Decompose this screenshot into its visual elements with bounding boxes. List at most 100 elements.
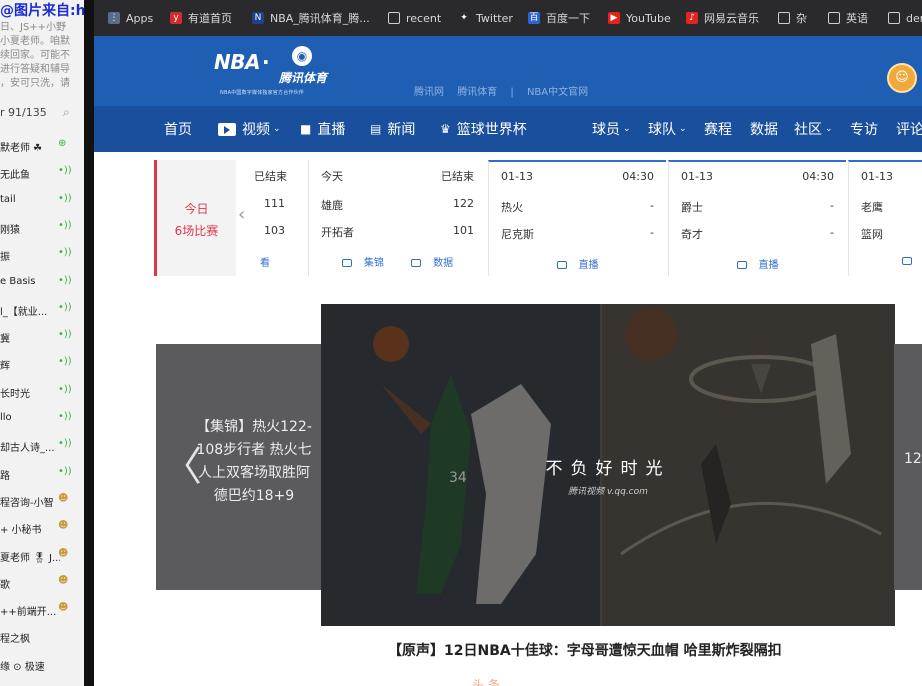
bookmark-der[interactable]: der [888, 10, 922, 26]
nav-stats[interactable]: 数据 [750, 120, 778, 138]
nav-community[interactable]: 社区 ⌄ [794, 120, 833, 138]
member-list-item[interactable]: 无此鱼 •)) [0, 163, 84, 183]
nav-label: 数据 [750, 122, 778, 138]
live-icon[interactable] [902, 257, 912, 265]
game-card[interactable]: 今天 已结束 雄鹿 122 开拓者 101 集锦 数据 [308, 160, 486, 276]
subheadline[interactable]: 头 条 ... [472, 676, 515, 686]
member-name: 刚猿 [0, 224, 20, 236]
game-links: 直播 [669, 256, 846, 271]
bar-chart-icon [411, 259, 422, 267]
live-link[interactable]: 直播 [551, 260, 605, 271]
nav-news[interactable]: ▤ 新闻 [370, 120, 415, 138]
highlights-link[interactable]: 集锦 [336, 258, 390, 269]
logo-tagline: NBA中国数字媒体独家官方合作伙伴 [220, 90, 304, 96]
bookmark-label: 有道首页 [188, 12, 232, 25]
game-card[interactable]: 已结束 111 103 看 [250, 160, 306, 276]
bookmark-misc[interactable]: 杂 [778, 10, 807, 26]
game-team-2: 尼克斯 - [501, 226, 654, 241]
nav-world-cup[interactable]: ♛ 篮球世界杯 [440, 120, 527, 138]
member-list-item[interactable]: 默老师 ☘ ⊕ [0, 136, 84, 156]
search-icon[interactable]: ⌕ [63, 105, 70, 120]
header-sublinks: 腾讯网 腾讯体育 | NBA中文官网 [414, 83, 598, 98]
game-card[interactable]: 01-13 老鹰 篮网 [848, 160, 922, 276]
bookmarks-bar: ⋮ Apps y 有道首页 N NBA_腾讯体育_腾... recent ✦ Twitt… [94, 0, 922, 36]
game-team-2: 篮网 [861, 228, 883, 241]
link-qq[interactable]: 腾讯网 [414, 87, 444, 98]
nav-label: 评论 [896, 122, 922, 138]
speaker-icon: •)) [58, 165, 72, 177]
carousel-prev-slide[interactable]: 〈 【集锦】热火122-108步行者 热火七人上双客场取胜阿德巴约18+9 [156, 344, 326, 590]
site-header: NBA · ◉ 腾讯体育 NBA中国数字媒体独家官方合作伙伴 腾讯网 腾讯体育 … [94, 36, 922, 106]
member-list-item[interactable]: 冀 •)) [0, 327, 84, 347]
user-avatar[interactable]: ☺ [887, 63, 917, 93]
bookmark-nba[interactable]: N NBA_腾讯体育_腾... [252, 10, 370, 26]
today-label: 今日 [184, 202, 209, 216]
link-nba-china[interactable]: NBA中文官网 [527, 87, 588, 98]
watch-link[interactable]: 看 [260, 258, 270, 269]
bookmark-twitter[interactable]: ✦ Twitter [458, 10, 513, 26]
nav-live[interactable]: ■ 直播 [300, 120, 345, 138]
live-icon [736, 261, 747, 269]
live-link[interactable]: 直播 [731, 260, 785, 271]
hero-headline[interactable]: 【原声】12日NBA十佳球：字母哥遭惊天血帽 哈里斯炸裂隔扣 [388, 640, 782, 660]
user-avatar-icon: ☻ [58, 574, 69, 586]
member-list-item[interactable]: 振 •)) [0, 245, 84, 265]
member-list-item[interactable]: e Basis •)) [0, 273, 84, 293]
member-name: + 小秘书 [0, 525, 42, 537]
nav-label: 首页 [164, 122, 192, 138]
bookmark-english[interactable]: 英语 [828, 10, 868, 26]
member-list-item[interactable]: 夏老师 🎖 J... ☻ [0, 546, 84, 566]
bookmark-baidu[interactable]: 百百度一下 [528, 10, 590, 26]
stats-link[interactable]: 数据 [405, 258, 459, 269]
link-qq-sports[interactable]: 腾讯体育 [457, 87, 497, 98]
hero-video-slide[interactable]: 34 不负好时光 腾讯视频 v.qq.com [321, 304, 895, 626]
member-list-item[interactable]: 缘 ⊙ 极速 [0, 655, 84, 675]
carousel-next-slide[interactable]: 125 马 [894, 344, 922, 590]
member-name: 歌 [0, 579, 10, 591]
member-list-item[interactable]: ++前端开... ☻ [0, 600, 84, 620]
game-card[interactable]: 01-13 04:30 爵士 - 奇才 - 直播 [668, 160, 846, 276]
member-list-item[interactable]: 却古人诗_... •)) [0, 436, 84, 456]
chevron-left-icon[interactable]: ‹ [238, 204, 245, 225]
chat-sidebar: @图片来自:https://www.modmod.cn/ 日、JS++小野 小夏… [0, 0, 84, 686]
today-games-badge[interactable]: 今日 6场比赛 [154, 160, 236, 276]
nav-comments[interactable]: 评论 [896, 120, 922, 138]
main-nav: 首页 视频 ⌄ ■ 直播 ▤ 新闻 ♛ 篮球世界杯 球员 ⌄ 球队 ⌄ 赛程 数据 社区 ⌄ … [94, 106, 922, 152]
nav-schedule[interactable]: 赛程 [704, 120, 732, 138]
member-list-item[interactable]: llo •)) [0, 409, 84, 429]
folder-icon [828, 12, 840, 24]
nav-teams[interactable]: 球队 ⌄ [648, 120, 687, 138]
member-list-item[interactable]: + 小秘书 ☻ [0, 518, 84, 538]
member-list-item[interactable]: tail •)) [0, 191, 84, 211]
nav-interviews[interactable]: 专访 [850, 120, 878, 138]
nav-players[interactable]: 球员 ⌄ [592, 120, 631, 138]
nav-label: 社区 [794, 122, 822, 138]
nav-home[interactable]: 首页 [164, 120, 192, 138]
nba-logo[interactable]: NBA [214, 50, 262, 80]
nav-video[interactable]: 视频 ⌄ [218, 120, 281, 138]
live-icon [556, 261, 567, 269]
game-team-2: 奇才 - [681, 226, 834, 241]
chevron-down-icon: ⌄ [623, 124, 631, 134]
netease-icon: ♪ [686, 12, 698, 24]
bookmark-youtube[interactable]: ▶ YouTube [608, 10, 671, 26]
member-list-item[interactable]: 程之枫 [0, 627, 84, 647]
game-team-2: 开拓者 101 [321, 224, 474, 239]
member-name: 却古人诗_... [0, 443, 55, 455]
bookmark-netease[interactable]: ♪ 网易云音乐 [686, 10, 759, 26]
game-team-1: 老鹰 [861, 201, 883, 214]
bookmark-apps[interactable]: ⋮ Apps [108, 10, 153, 26]
member-list-item[interactable]: 辉 •)) [0, 354, 84, 374]
member-list-item[interactable]: 刚猿 •)) [0, 218, 84, 238]
tencent-sports-logo-text[interactable]: 腾讯体育 [279, 69, 327, 86]
game-card[interactable]: 01-13 04:30 热火 - 尼克斯 - 直播 [488, 160, 666, 276]
member-list-item[interactable]: l_【就业... •)) [0, 300, 84, 320]
speaker-icon: •)) [58, 219, 72, 231]
member-list-item[interactable]: 歌 ☻ [0, 573, 84, 593]
member-list-item[interactable]: 程咨询-小智 ☻ [0, 491, 84, 511]
bookmark-youdao[interactable]: y 有道首页 [170, 10, 232, 26]
bookmark-recent[interactable]: recent [388, 10, 441, 26]
member-list-item[interactable]: 路 •)) [0, 464, 84, 484]
hero-watermark: 腾讯视频 v.qq.com [568, 487, 648, 497]
member-list-item[interactable]: 长时光 •)) [0, 382, 84, 402]
